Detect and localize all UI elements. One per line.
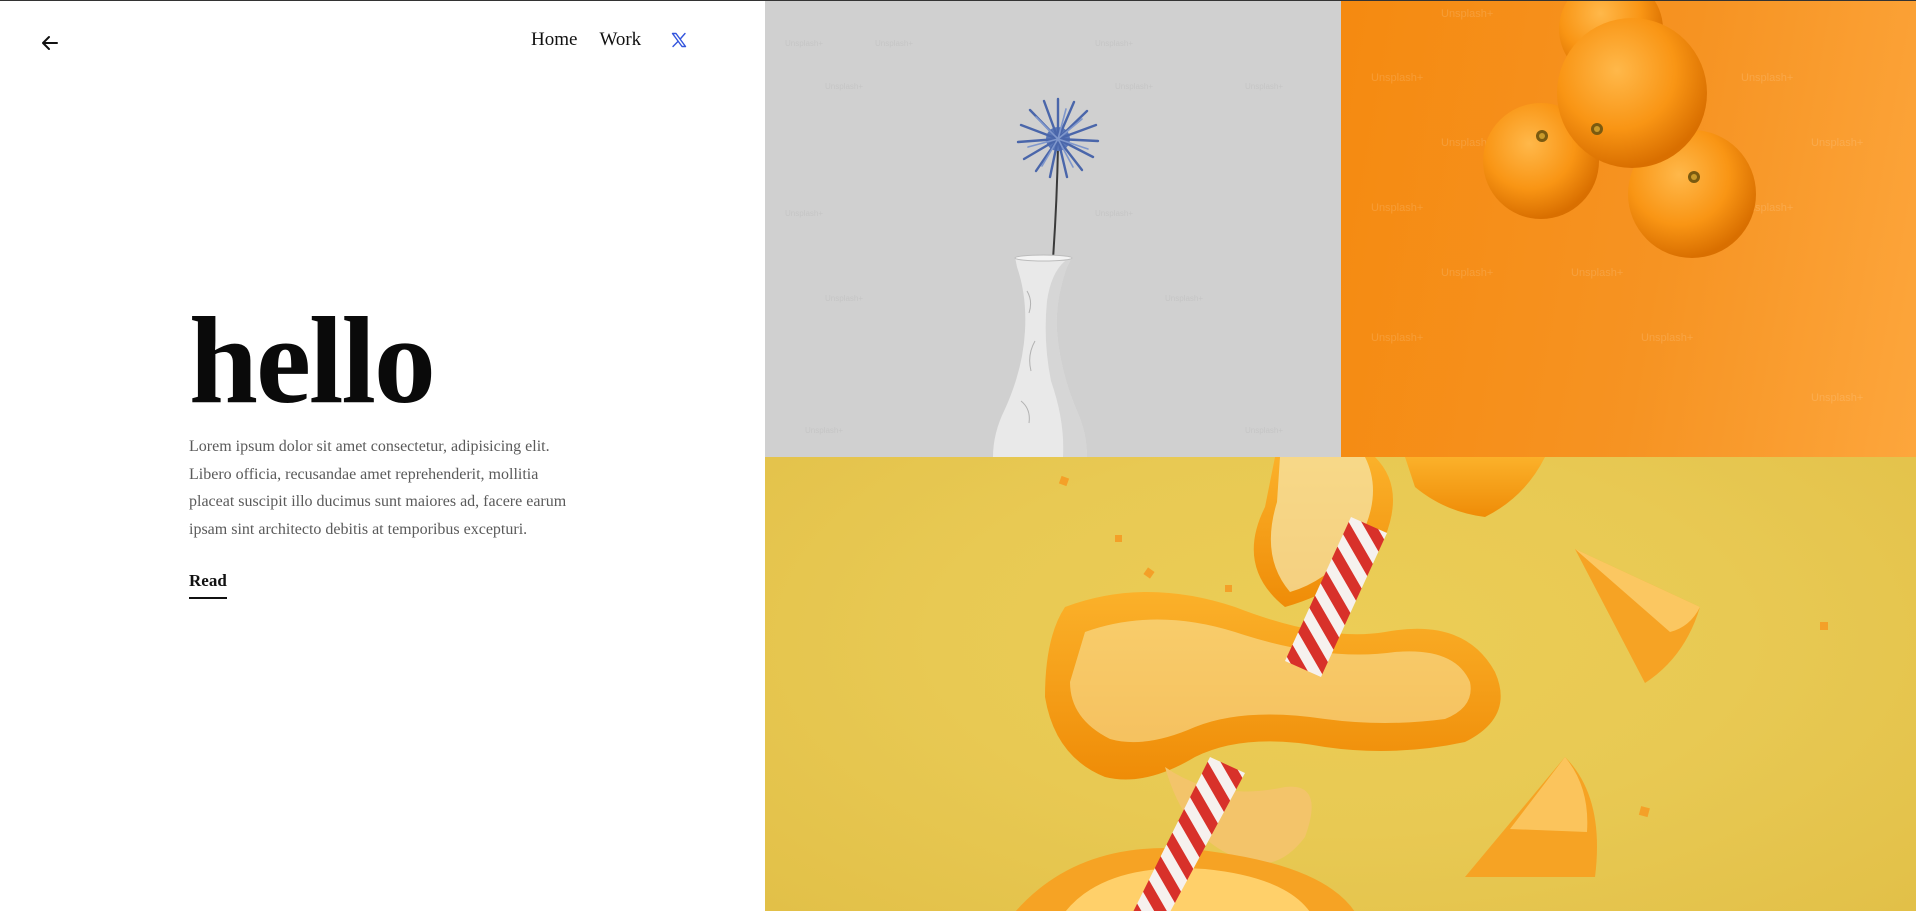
- x-logo-icon[interactable]: [671, 32, 687, 48]
- watermark-text: Unsplash+: [875, 39, 913, 48]
- top-nav: Home Work: [531, 29, 687, 51]
- watermark-text: Unsplash+: [1115, 82, 1153, 91]
- watermark-text: Unsplash+: [1811, 137, 1863, 149]
- read-link[interactable]: Read: [189, 571, 227, 599]
- vase-icon: [993, 254, 1087, 457]
- image-orange-peel-straw: [765, 457, 1916, 911]
- page: Home Work hello Lorem ipsum dolor sit am…: [0, 0, 1916, 911]
- tangerine-icon: [1483, 1, 1756, 258]
- back-button[interactable]: [36, 29, 64, 57]
- watermark-text: Unsplash+: [1811, 392, 1863, 404]
- watermark-text: Unsplash+: [825, 82, 863, 91]
- watermark-text: Unsplash+: [1641, 332, 1693, 344]
- watermark-text: Unsplash+: [1245, 426, 1283, 435]
- watermark-text: Unsplash+: [1571, 267, 1623, 279]
- watermark-text: Unsplash+: [805, 426, 843, 435]
- watermark-text: Unsplash+: [1371, 332, 1423, 344]
- watermark-text: Unsplash+: [1741, 72, 1793, 84]
- intro-panel: Home Work hello Lorem ipsum dolor sit am…: [0, 1, 765, 911]
- watermark-text: Unsplash+: [785, 209, 823, 218]
- watermark-text: Unsplash+: [785, 39, 823, 48]
- watermark-text: Unsplash+: [1441, 8, 1493, 20]
- watermark-text: Unsplash+: [1245, 82, 1283, 91]
- nav-link-home[interactable]: Home: [531, 29, 577, 51]
- hero-body: Lorem ipsum dolor sit amet consectetur, …: [189, 438, 567, 538]
- hero-title: hello: [189, 292, 436, 429]
- arrow-left-icon: [42, 36, 58, 50]
- watermark-text: Unsplash+: [1165, 294, 1203, 303]
- watermark-text: Unsplash+: [1371, 72, 1423, 84]
- watermark-text: Unsplash+: [1371, 202, 1423, 214]
- image-flower-vase: Unsplash+ Unsplash+ Unsplash+ Unsplash+ …: [765, 1, 1341, 457]
- hero: hello Lorem ipsum dolor sit amet consect…: [189, 292, 589, 599]
- watermark-text: Unsplash+: [1095, 209, 1133, 218]
- nav-link-work[interactable]: Work: [599, 29, 641, 51]
- watermark-text: Unsplash+: [1441, 267, 1493, 279]
- image-tangerines: Unsplash+ Unsplash+ Unsplash+ Unsplash+ …: [1341, 1, 1916, 457]
- watermark-text: Unsplash+: [1095, 39, 1133, 48]
- watermark-text: Unsplash+: [825, 294, 863, 303]
